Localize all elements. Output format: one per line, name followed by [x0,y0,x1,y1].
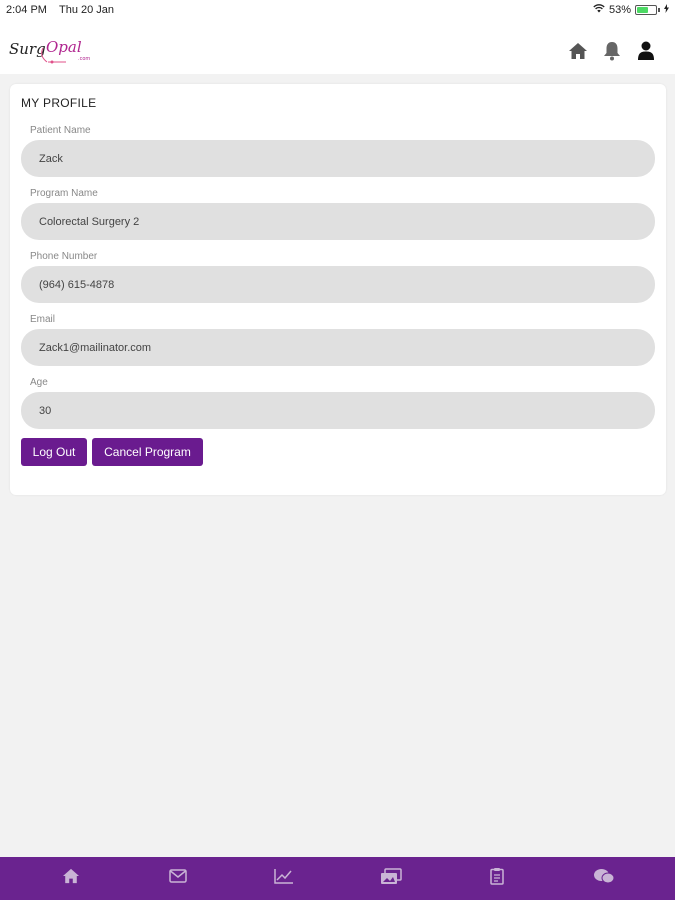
svg-text:Surg: Surg [9,40,46,58]
program-name-field[interactable] [21,203,655,240]
svg-text:Opal: Opal [46,38,82,56]
chat-icon [593,868,615,890]
status-time: 2:04 PM [6,4,47,16]
wifi-icon [593,3,605,16]
age-label: Age [30,377,48,388]
status-date: Thu 20 Jan [59,4,115,16]
phone-number-label: Phone Number [30,251,98,262]
bell-icon[interactable] [601,40,623,62]
gallery-icon [380,867,402,890]
phone-number-field[interactable] [21,266,655,303]
nav-gallery[interactable] [371,859,411,899]
logout-button[interactable]: Log Out [21,438,87,466]
battery-percent: 53% [608,3,631,16]
bottom-nav [0,857,675,900]
nav-progress[interactable] [264,859,304,899]
surgopal-logo[interactable]: Surg Opal .com [8,32,98,68]
clipboard-icon [490,867,504,890]
nav-chat[interactable] [584,859,624,899]
email-field[interactable] [21,329,655,366]
age-field[interactable] [21,392,655,429]
nav-home[interactable] [51,859,91,899]
program-name-label: Program Name [30,188,98,199]
header-icons [567,40,657,62]
svg-text:.com: .com [78,56,90,62]
home-icon[interactable] [567,40,589,62]
nav-checklist[interactable] [477,859,517,899]
status-bar: 2:04 PM Thu 20 Jan 53% [0,0,675,20]
user-icon[interactable] [635,40,657,62]
charging-icon [664,3,669,16]
app-header: Surg Opal .com [0,20,675,74]
cancel-program-button[interactable]: Cancel Program [92,438,203,466]
home-icon [62,868,80,889]
status-right: 53% [593,3,669,16]
profile-card: MY PROFILE Patient Name Program Name Pho… [10,84,666,495]
patient-name-label: Patient Name [30,125,91,136]
page-title: MY PROFILE [21,96,97,110]
patient-name-field[interactable] [21,140,655,177]
battery-icon [635,4,657,15]
chart-icon [274,868,294,889]
email-label: Email [30,314,56,325]
nav-messages[interactable] [158,859,198,899]
mail-icon [169,869,187,888]
